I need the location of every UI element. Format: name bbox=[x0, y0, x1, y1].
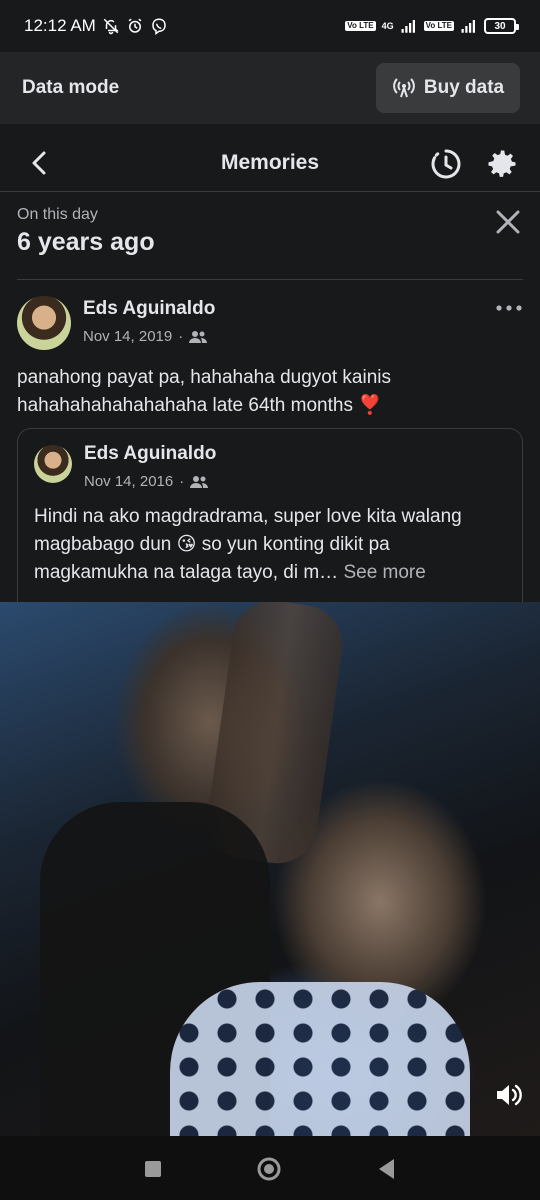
gear-icon[interactable] bbox=[484, 146, 520, 182]
data-mode-banner: Data mode Buy data bbox=[0, 52, 540, 124]
post-video[interactable] bbox=[0, 602, 540, 1136]
signal-icon bbox=[461, 20, 475, 33]
memories-header: Memories bbox=[0, 134, 540, 192]
network-type: 4G bbox=[381, 21, 394, 31]
data-mode-label: Data mode bbox=[22, 77, 120, 98]
close-icon[interactable] bbox=[492, 206, 524, 238]
shared-post-date[interactable]: Nov 14, 2016 bbox=[84, 473, 173, 490]
avatar[interactable] bbox=[17, 296, 71, 350]
more-options-icon[interactable] bbox=[495, 300, 523, 316]
volte-badge-2: Vo LTE bbox=[423, 21, 454, 31]
friends-icon bbox=[190, 475, 209, 488]
status-bar: 12:12 AM Vo LTE 4G Vo LTE 30 bbox=[0, 0, 540, 52]
on-this-day-section: On this day 6 years ago bbox=[17, 206, 155, 257]
video-frame-detail bbox=[170, 982, 470, 1136]
friends-icon bbox=[189, 330, 208, 343]
volume-icon[interactable] bbox=[494, 1080, 524, 1110]
recents-icon[interactable] bbox=[138, 1154, 168, 1184]
meta-separator: · bbox=[178, 328, 184, 345]
status-icons-left bbox=[102, 17, 168, 35]
post-author[interactable]: Eds Aguinaldo bbox=[83, 298, 215, 320]
system-nav-bar bbox=[0, 1136, 540, 1200]
shared-post-text: Hindi na ako magdradrama, super love kit… bbox=[34, 503, 508, 587]
on-this-day-label: On this day bbox=[17, 206, 98, 223]
back-nav-icon[interactable] bbox=[372, 1154, 402, 1184]
post-date[interactable]: Nov 14, 2019 bbox=[83, 328, 172, 345]
divider bbox=[17, 279, 523, 280]
back-icon[interactable] bbox=[24, 147, 56, 179]
buy-data-label: Buy data bbox=[423, 77, 505, 98]
avatar[interactable] bbox=[34, 445, 72, 483]
mute-icon bbox=[103, 18, 119, 35]
home-icon[interactable] bbox=[254, 1154, 284, 1184]
alarm-icon bbox=[128, 18, 142, 33]
buy-data-button[interactable]: Buy data bbox=[376, 63, 520, 113]
meta-separator: · bbox=[179, 473, 185, 490]
shared-post-meta: Nov 14, 2016 · bbox=[84, 473, 209, 490]
volte-badge: Vo LTE bbox=[345, 21, 376, 31]
shared-post-author[interactable]: Eds Aguinaldo bbox=[84, 443, 216, 465]
signal-icon bbox=[401, 20, 415, 33]
post-text: panahong payat pa, hahahaha dugyot kaini… bbox=[17, 367, 391, 416]
broadcast-icon bbox=[393, 78, 415, 98]
viber-icon bbox=[152, 18, 166, 35]
status-time: 12:12 AM bbox=[24, 16, 96, 35]
years-ago-heading: 6 years ago bbox=[17, 228, 155, 256]
shared-post-header: Eds Aguinaldo Nov 14, 2016 · bbox=[34, 443, 504, 493]
history-icon[interactable] bbox=[428, 146, 464, 182]
see-more-link[interactable]: See more bbox=[343, 562, 425, 583]
post-meta: Nov 14, 2019 · bbox=[83, 328, 208, 345]
battery-icon: 30 bbox=[484, 18, 519, 34]
status-icons-right: Vo LTE 4G Vo LTE 30 bbox=[345, 17, 519, 35]
post-header: Eds Aguinaldo Nov 14, 2019 · bbox=[17, 296, 523, 352]
